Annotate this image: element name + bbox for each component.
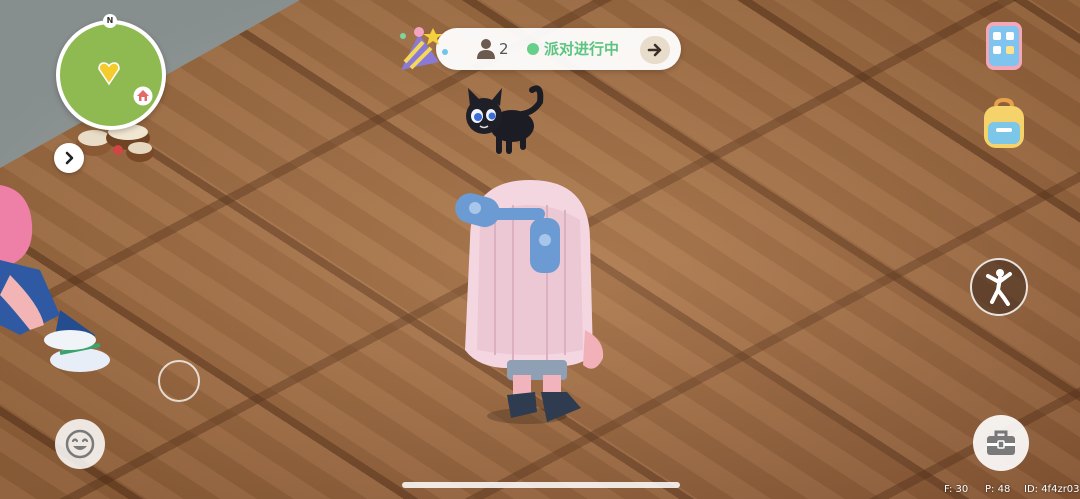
party-player-count: 2	[499, 40, 509, 58]
backpack-icon[interactable]	[978, 98, 1030, 152]
toolbox-icon	[987, 430, 1015, 455]
ping-readout: P: 48	[985, 484, 1011, 495]
movement-joystick[interactable]	[158, 360, 200, 402]
emote-button[interactable]	[970, 258, 1028, 316]
arrow-right-icon	[647, 43, 662, 57]
home-indicator-bar[interactable]	[402, 482, 680, 488]
minimap-north-indicator: N	[103, 14, 117, 28]
smile-emoji-icon	[65, 429, 95, 459]
toolbox-button[interactable]	[973, 415, 1029, 471]
party-hat-icon	[400, 27, 448, 70]
party-go-button[interactable]	[640, 36, 670, 64]
dance-icon	[986, 269, 1012, 306]
other-player-avatar[interactable]	[0, 185, 120, 385]
minimap-expand-button[interactable]	[54, 143, 84, 173]
black-cat-pet[interactable]	[462, 82, 547, 162]
party-status-text: 派对进行中	[544, 40, 620, 58]
party-active-dot	[527, 43, 539, 55]
fps-readout: F: 30	[944, 484, 969, 495]
chevron-right-icon	[65, 151, 74, 165]
person-icon	[477, 39, 495, 59]
player-avatar[interactable]	[455, 180, 605, 430]
home-icon[interactable]	[133, 86, 153, 106]
heart-marker-icon	[98, 62, 120, 86]
expression-button[interactable]	[55, 419, 105, 469]
session-id-readout: ID: 4f4zr03	[1024, 484, 1080, 495]
phone-icon[interactable]	[978, 20, 1030, 74]
